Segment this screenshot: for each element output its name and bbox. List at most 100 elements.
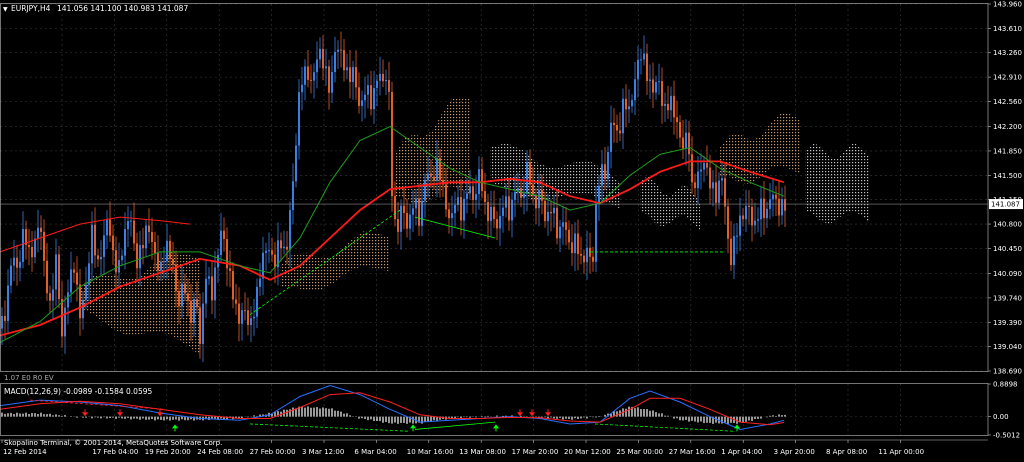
candle-body	[784, 199, 786, 211]
candle-body	[31, 247, 33, 258]
candle-body	[556, 207, 558, 239]
candle-body	[94, 224, 96, 256]
candle-body	[748, 205, 750, 207]
candle-body	[658, 81, 660, 83]
candle-body	[532, 184, 534, 196]
candle-body	[22, 229, 24, 262]
candle-body	[427, 173, 429, 180]
x-tick-label: 8 Apr 08:00	[826, 448, 867, 456]
candle-body	[49, 293, 51, 301]
candle-body	[760, 198, 762, 220]
candle-body	[220, 230, 222, 256]
candle-body	[175, 264, 177, 291]
candle-body	[145, 225, 147, 249]
candle-body	[238, 303, 240, 324]
candle-body	[400, 205, 402, 232]
candle-body	[385, 79, 387, 82]
candle-body	[733, 236, 735, 266]
candle-body	[484, 191, 486, 203]
candle-body	[34, 238, 36, 258]
candle-body	[133, 220, 135, 244]
candle-body	[754, 220, 756, 226]
candle-body	[208, 276, 210, 279]
x-tick-label: 10 Mar 16:00	[407, 448, 454, 456]
candle-body	[13, 257, 15, 266]
candle-body	[724, 178, 726, 207]
y-tick-label: 140.090	[993, 270, 1022, 278]
candle-body	[367, 85, 369, 95]
x-tick-label: 6 Mar 04:00	[354, 448, 396, 456]
candle-body	[79, 284, 81, 319]
candle-body	[379, 73, 381, 81]
x-tick-label: 3 Mar 12:00	[302, 448, 344, 456]
candle-body	[1, 315, 3, 329]
candle-body	[652, 79, 654, 93]
candle-body	[634, 79, 636, 101]
candle-body	[514, 191, 516, 200]
candle-body	[412, 208, 414, 215]
candle-body	[337, 49, 339, 52]
candle-body	[646, 53, 648, 82]
candle-body	[307, 66, 309, 80]
price-tag-label: 141.087	[991, 201, 1020, 209]
x-tick-label: 3 Apr 20:00	[774, 448, 815, 456]
candle-body	[352, 67, 354, 82]
candle-body	[76, 272, 78, 285]
candle-body	[148, 225, 150, 233]
candle-body	[763, 198, 765, 219]
candle-body	[151, 232, 153, 243]
x-tick-label: 11 Apr 00:00	[878, 448, 924, 456]
symbol-label: EURJPY,H4	[11, 4, 51, 13]
candle-body	[538, 190, 540, 209]
candle-body	[109, 219, 111, 236]
x-tick-label: 24 Feb 08:00	[197, 448, 243, 456]
candle-body	[679, 122, 681, 138]
candle-body	[142, 245, 144, 249]
candle-body	[757, 219, 759, 221]
x-tick-label: 20 Mar 12:00	[564, 448, 611, 456]
candle-body	[778, 198, 780, 216]
candle-body	[403, 205, 405, 213]
x-tick-label: 17 Feb 04:00	[92, 448, 138, 456]
candle-body	[274, 254, 276, 268]
candle-body	[373, 88, 375, 110]
candle-body	[205, 278, 207, 304]
candle-body	[214, 267, 216, 301]
candle-body	[697, 171, 699, 189]
candle-body	[163, 261, 165, 263]
candle-body	[55, 254, 57, 290]
candle-body	[703, 163, 705, 170]
candle-body	[232, 270, 234, 300]
candle-body	[181, 283, 183, 307]
candle-body	[472, 186, 474, 200]
candle-body	[58, 254, 60, 300]
candle-body	[316, 59, 318, 73]
candle-body	[424, 179, 426, 201]
x-tick-label: 17 Mar 20:00	[512, 448, 559, 456]
x-tick-label: 25 Mar 00:00	[616, 448, 663, 456]
y-tick-label: 142.560	[993, 98, 1022, 106]
candle-body	[418, 198, 420, 226]
candle-body	[622, 98, 624, 134]
candle-body	[448, 209, 450, 219]
candle-body	[586, 247, 588, 263]
candle-body	[166, 240, 168, 262]
x-tick-label: 13 Mar 08:00	[459, 448, 506, 456]
candle-body	[4, 315, 6, 321]
candle-body	[211, 276, 213, 301]
menu-triangle-icon[interactable]: ▼	[3, 6, 8, 13]
candle-body	[463, 198, 465, 221]
candle-body	[10, 265, 12, 286]
candle-body	[580, 254, 582, 256]
trading-chart[interactable]: 143.960 143.610 143.260 142.910 142.560 142.2…	[0, 0, 1024, 462]
candle-body	[370, 85, 372, 110]
candle-body	[415, 198, 417, 209]
candle-body	[496, 219, 498, 229]
candle-body	[391, 91, 393, 197]
candle-body	[511, 199, 513, 221]
candle-body	[766, 208, 768, 219]
candle-body	[244, 310, 246, 312]
candle-body	[67, 292, 69, 308]
candle-body	[604, 164, 606, 180]
candle-body	[550, 211, 552, 214]
